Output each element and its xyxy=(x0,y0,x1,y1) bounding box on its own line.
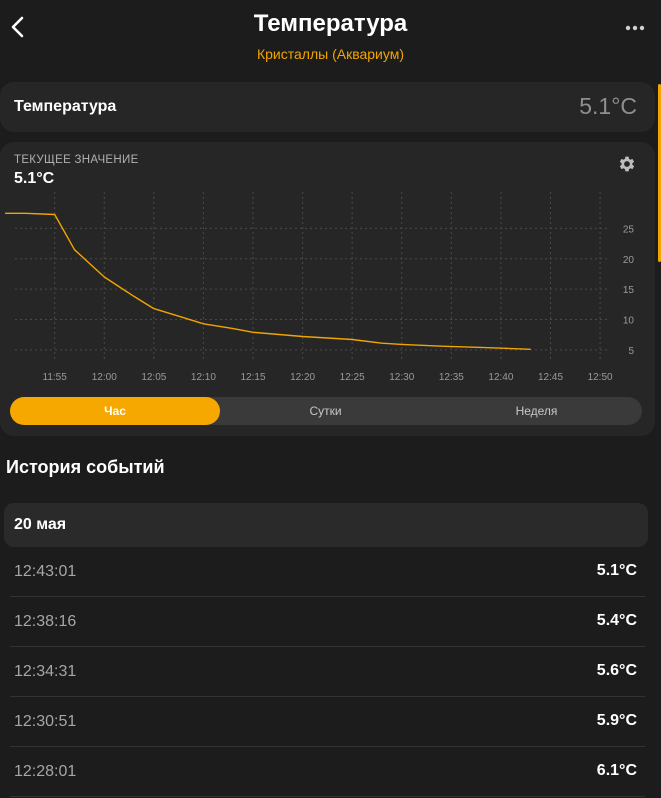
x-tick-label: 12:40 xyxy=(488,372,513,383)
period-selector: Час Сутки Неделя xyxy=(10,397,642,425)
history-time: 12:38:16 xyxy=(14,613,77,630)
x-tick-label: 11:55 xyxy=(43,372,68,383)
temperature-chart: 11:55 12:00 12:05 12:10 12:15 12:20 12:25 12:30… xyxy=(5,192,635,383)
history-time: 12:34:31 xyxy=(14,663,77,680)
history-list: 12:43:01 5.1°C 12:38:16 5.4°C 12:34:31 5… xyxy=(10,547,645,797)
temperature-series-line xyxy=(5,212,531,350)
history-row[interactable]: 12:43:01 5.1°C xyxy=(10,547,645,597)
history-value: 5.4°C xyxy=(596,612,637,629)
value-card-label: Температура xyxy=(14,98,117,115)
x-tick-label: 12:45 xyxy=(538,372,563,383)
day-label: 20 мая xyxy=(14,516,67,533)
tab-day[interactable]: Сутки xyxy=(220,397,431,425)
x-tick-label: 12:20 xyxy=(290,372,315,383)
history-row[interactable]: 12:28:01 6.1°C xyxy=(10,747,645,797)
x-tick-label: 12:00 xyxy=(92,372,117,383)
y-tick-label: 15 xyxy=(623,285,635,296)
chart-caption: ТЕКУЩЕЕ ЗНАЧЕНИЕ xyxy=(14,154,139,166)
gear-icon[interactable] xyxy=(617,154,637,174)
header: Температура Кристаллы (Аквариум) xyxy=(0,0,661,74)
y-tick-label: 5 xyxy=(628,346,634,357)
y-tick-label: 10 xyxy=(623,316,635,327)
history-value: 6.1°C xyxy=(596,762,637,779)
history-title: История событий xyxy=(6,457,165,477)
history-value: 5.9°C xyxy=(596,712,637,729)
page-title: Температура xyxy=(253,10,408,37)
x-tick-label: 12:10 xyxy=(191,372,216,383)
chart-card: 11:55 12:00 12:05 12:10 12:15 12:20 12:25 12:30… xyxy=(0,142,655,436)
y-tick-label: 25 xyxy=(623,224,635,235)
page-subtitle[interactable]: Кристаллы (Аквариум) xyxy=(0,46,661,62)
history-value: 5.1°C xyxy=(596,562,637,579)
history-time: 12:30:51 xyxy=(14,713,77,730)
x-tick-label: 12:05 xyxy=(141,372,166,383)
more-options-icon[interactable] xyxy=(623,18,647,38)
value-card-value: 5.1°C xyxy=(579,93,637,119)
history-row[interactable]: 12:30:51 5.9°C xyxy=(10,697,645,747)
x-tick-label: 12:50 xyxy=(588,372,613,383)
tab-hour[interactable]: Час xyxy=(10,397,220,425)
chart-current-value: 5.1°C xyxy=(14,170,55,187)
day-header: 20 мая xyxy=(4,503,648,547)
x-tick-label: 12:35 xyxy=(439,372,464,383)
value-card: Температура 5.1°C xyxy=(0,82,655,132)
tab-week[interactable]: Неделя xyxy=(431,397,642,425)
x-tick-label: 12:30 xyxy=(389,372,414,383)
x-tick-label: 12:15 xyxy=(240,372,265,383)
history-value: 5.6°C xyxy=(596,662,637,679)
y-tick-label: 20 xyxy=(623,255,635,266)
history-row[interactable]: 12:34:31 5.6°C xyxy=(10,647,645,697)
history-time: 12:28:01 xyxy=(14,763,77,780)
x-tick-label: 12:25 xyxy=(340,372,365,383)
history-time: 12:43:01 xyxy=(14,563,77,580)
history-row[interactable]: 12:38:16 5.4°C xyxy=(10,597,645,647)
